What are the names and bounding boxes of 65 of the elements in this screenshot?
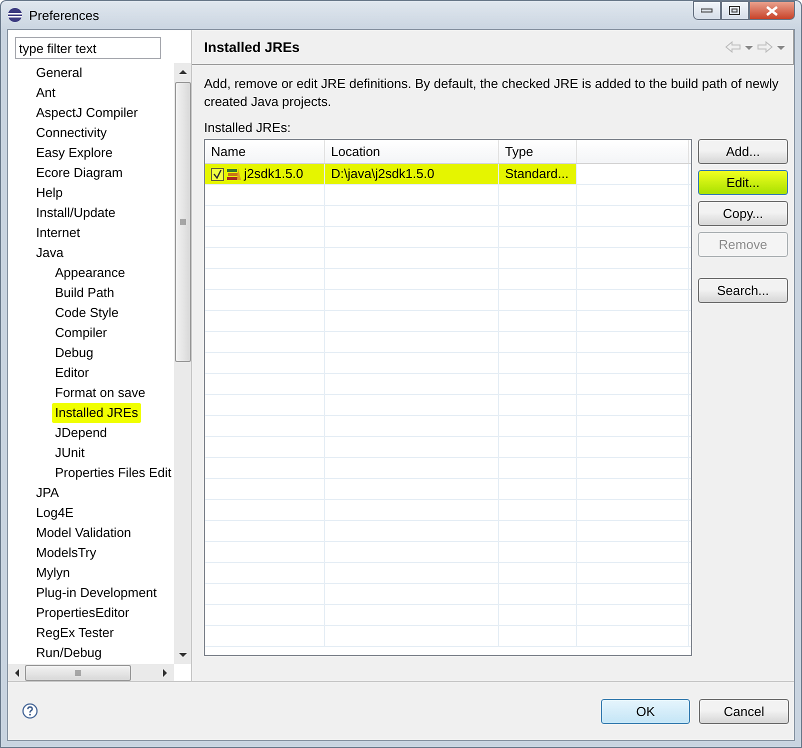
table-row[interactable]: j2sdk1.5.0 D:\java\j2sdk1.5.0 Standard... bbox=[205, 164, 691, 185]
tree-item[interactable]: Build Path bbox=[52, 283, 118, 303]
tree-item[interactable]: Java bbox=[33, 243, 66, 263]
tree-item[interactable]: Easy Explore bbox=[33, 143, 116, 163]
column-header[interactable]: Type bbox=[499, 140, 577, 163]
page-title: Installed JREs bbox=[204, 39, 300, 55]
tree-item[interactable]: Ecore Diagram bbox=[33, 163, 126, 183]
close-icon bbox=[766, 6, 778, 16]
tree-item[interactable]: ModelsTry bbox=[33, 543, 100, 563]
tree-item[interactable]: Debug bbox=[52, 343, 96, 363]
minimize-icon bbox=[701, 8, 713, 14]
filter-field[interactable]: type filter text bbox=[15, 37, 161, 59]
window-title: Preferences bbox=[29, 8, 100, 22]
tree-item[interactable]: Ant bbox=[33, 83, 59, 103]
horizontal-scrollbar[interactable] bbox=[8, 664, 174, 681]
right-arrow-icon[interactable] bbox=[163, 668, 168, 676]
maximize-icon bbox=[729, 6, 741, 16]
tree-item[interactable]: Log4E bbox=[33, 503, 77, 523]
tree-item[interactable]: Run/Debug bbox=[33, 643, 105, 663]
tree-item[interactable]: Connectivity bbox=[33, 123, 110, 143]
books-icon bbox=[227, 168, 241, 180]
tree-item[interactable]: Plug-in Development bbox=[33, 583, 160, 603]
tree-item[interactable]: RegEx Tester bbox=[33, 623, 117, 643]
side-button[interactable]: Search... bbox=[698, 278, 788, 303]
side-button[interactable]: Add... bbox=[698, 139, 788, 164]
list-label: Installed JREs: bbox=[204, 120, 292, 135]
description-text: Add, remove or edit JRE definitions. By default, the checked JRE is added to the build path of newly created Java projects. bbox=[204, 75, 780, 111]
down-arrow-icon[interactable] bbox=[178, 653, 186, 658]
vertical-scrollbar[interactable] bbox=[174, 63, 191, 664]
table-cell-text: D:\java\j2sdk1.5.0 bbox=[331, 165, 434, 183]
column-header[interactable]: Name bbox=[205, 140, 325, 163]
tree-item[interactable]: General bbox=[33, 63, 86, 83]
table-cell-text: Standard... bbox=[505, 165, 569, 183]
checkbox[interactable] bbox=[211, 168, 224, 180]
tree-item[interactable]: JDepend bbox=[52, 423, 110, 443]
tree-item[interactable]: AspectJ Compiler bbox=[33, 103, 141, 123]
tree-item[interactable]: Installed JREs bbox=[52, 403, 142, 423]
left-arrow-icon[interactable] bbox=[14, 668, 19, 676]
grip-icon bbox=[74, 670, 82, 676]
tree-item[interactable]: Code Style bbox=[52, 303, 122, 323]
tree-item[interactable]: Model Validation bbox=[33, 523, 134, 543]
tree-item[interactable]: Editor bbox=[52, 363, 92, 383]
tree-item[interactable]: JUnit bbox=[52, 443, 88, 463]
maximize-button[interactable] bbox=[721, 1, 749, 20]
tree-item[interactable]: Internet bbox=[33, 223, 84, 243]
tree-item[interactable]: PropertiesEditor bbox=[33, 603, 132, 623]
tree-item[interactable]: Help bbox=[33, 183, 66, 203]
tree-item[interactable]: Properties Files Edit bbox=[52, 463, 174, 483]
tree-item[interactable]: Appearance bbox=[52, 263, 128, 283]
dialog-button[interactable]: OK bbox=[601, 698, 690, 724]
tree-item[interactable]: Compiler bbox=[52, 323, 110, 343]
tree-item[interactable]: Install/Update bbox=[33, 203, 118, 223]
up-arrow-icon[interactable] bbox=[178, 69, 186, 74]
grip-icon bbox=[180, 219, 186, 225]
side-button[interactable]: Edit... bbox=[698, 170, 788, 195]
close-button[interactable] bbox=[749, 1, 795, 20]
dialog-button[interactable]: Cancel bbox=[699, 698, 789, 724]
tree-item[interactable]: JPA bbox=[33, 483, 62, 503]
tree-item[interactable]: Mylyn bbox=[33, 563, 73, 583]
help-icon[interactable] bbox=[22, 703, 38, 719]
minimize-button[interactable] bbox=[693, 1, 721, 20]
side-button[interactable]: Copy... bbox=[698, 201, 788, 226]
table-cell-text: j2sdk1.5.0 bbox=[244, 165, 304, 183]
column-header[interactable]: Location bbox=[325, 140, 499, 163]
tree-item[interactable]: Format on save bbox=[52, 383, 148, 403]
